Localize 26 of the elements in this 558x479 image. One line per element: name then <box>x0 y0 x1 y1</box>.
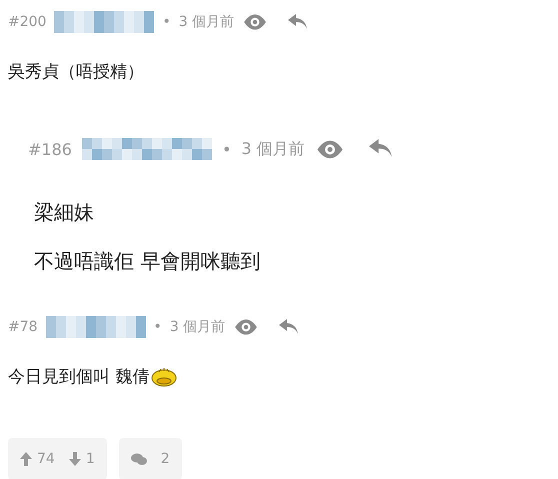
reply-icon[interactable] <box>368 139 393 159</box>
replies-button[interactable]: 2 <box>118 438 182 479</box>
post-time: 3 個月前 <box>241 138 305 160</box>
down-arrow-icon <box>68 452 81 466</box>
eye-icon[interactable] <box>233 318 260 336</box>
comment-number: #200 <box>8 14 46 30</box>
reply-icon[interactable] <box>288 14 308 30</box>
post-time: 3 個月前 <box>178 13 234 31</box>
comment-text: 梁細妹 <box>34 199 94 226</box>
comment-icon <box>130 452 147 466</box>
post-time: 3 個月前 <box>170 318 226 336</box>
comment-text: 今日見到個叫 魏倩 <box>8 366 150 388</box>
reply-icon[interactable] <box>279 319 300 335</box>
separator-dot: • <box>162 14 171 30</box>
eye-icon[interactable] <box>242 12 268 32</box>
emoticon-icon <box>151 366 178 386</box>
comment-number: #186 <box>28 140 72 158</box>
up-arrow-icon <box>20 452 32 466</box>
comment-number: #78 <box>8 319 38 335</box>
comment-text: 不過唔識佢 早會開咪聽到 <box>34 248 260 275</box>
upvote-button[interactable]: 74 <box>20 451 55 467</box>
separator-dot: • <box>222 140 232 158</box>
eye-icon[interactable] <box>314 138 345 160</box>
comment-text: 吳秀貞（唔授精） <box>8 61 144 83</box>
downvote-button[interactable]: 1 <box>68 451 95 467</box>
separator-dot: • <box>154 319 162 335</box>
